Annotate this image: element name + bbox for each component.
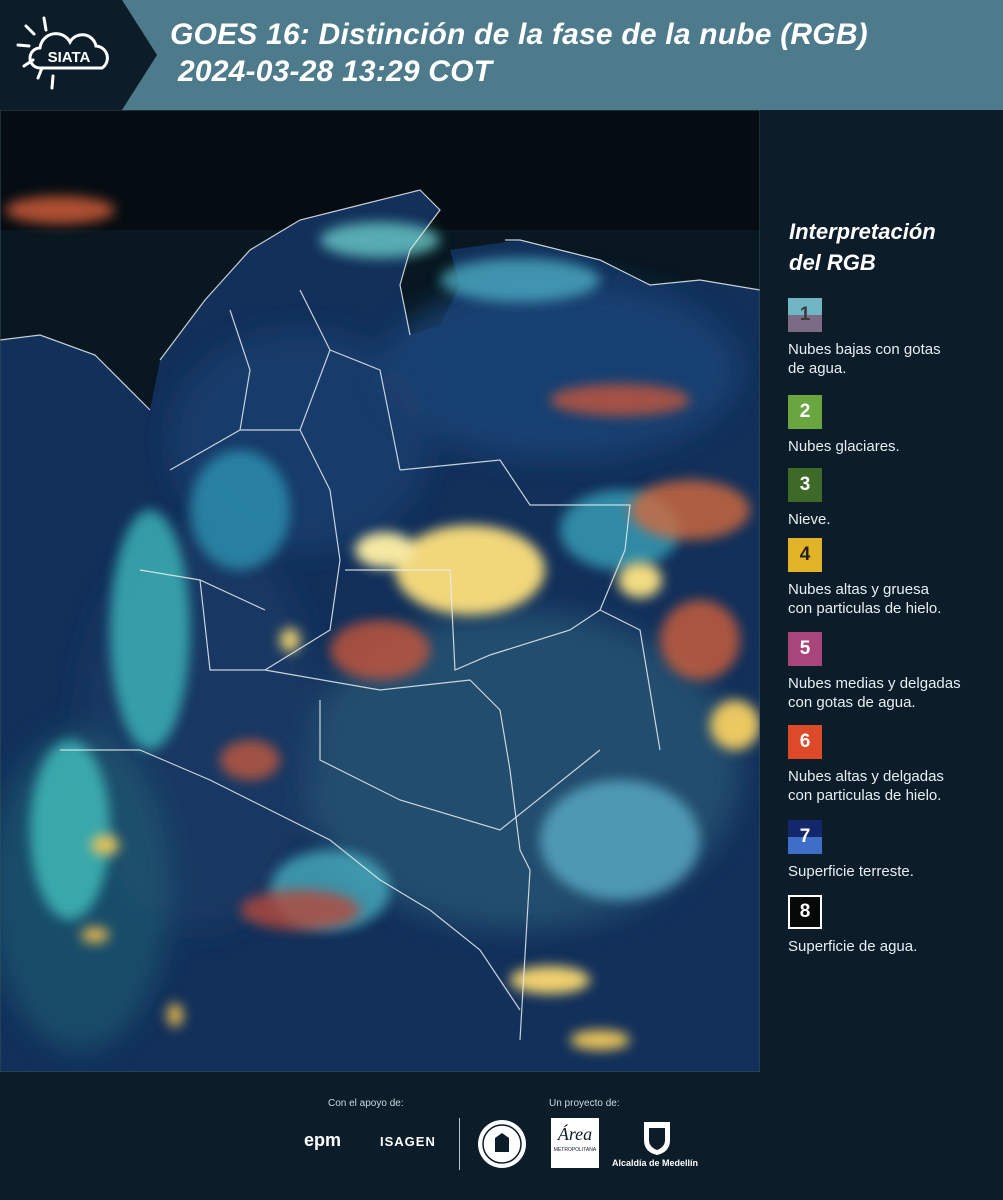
- legend-swatch-1: 1: [788, 298, 822, 332]
- area-metropolitana-text: Área: [557, 1124, 593, 1144]
- legend-swatch-4: 4: [788, 538, 822, 572]
- legend-label-1: Nubes bajas con gotas de agua.: [788, 340, 1000, 378]
- footer: Con el apoyo de: Un proyecto de: epm ISA…: [0, 1072, 1003, 1200]
- page-title: GOES 16: Distinción de la fase de la nub…: [170, 16, 868, 90]
- legend-label-line: Nubes medias y delgadas: [788, 675, 961, 692]
- alcaldia-label: Alcaldía de Medellín: [612, 1158, 699, 1168]
- legend-item-5: 5 Nubes medias y delgadas con gotas de ag…: [788, 632, 1000, 712]
- header-bar: SIATA GOES 16: Distinción de la fase de …: [0, 0, 1003, 110]
- legend-panel: Interpretación del RGB 1 Nubes bajas con…: [760, 110, 1003, 1072]
- legend-item-7: 7 Superficie terreste.: [788, 820, 1000, 881]
- area-metropolitana-subtext: METROPOLITANA: [553, 1147, 597, 1153]
- title-line-2: 2024-03-28 13:29 COT: [178, 55, 493, 88]
- epm-logo: epm: [304, 1130, 342, 1150]
- legend-swatch-number: 6: [799, 731, 811, 752]
- title-line-1: GOES 16: Distinción de la fase de la nub…: [170, 18, 868, 51]
- legend-swatch-number: 2: [799, 401, 811, 422]
- legend-item-1: 1 Nubes bajas con gotas de agua.: [788, 298, 1000, 378]
- area-metropolitana-logo: Área METROPOLITANA: [551, 1118, 599, 1168]
- support-label: Con el apoyo de:: [328, 1098, 404, 1109]
- legend-label-7: Superficie terreste.: [788, 862, 1000, 881]
- legend-swatch-2: 2: [788, 395, 822, 429]
- legend-swatch-number: 1: [799, 304, 811, 325]
- university-seal-icon: [478, 1120, 526, 1168]
- legend-label-line: Superficie terreste.: [788, 863, 914, 880]
- legend-swatch-number: 3: [799, 474, 811, 495]
- legend-label-4: Nubes altas y gruesa con particulas de hi…: [788, 580, 1000, 618]
- legend-label-line: Nubes glaciares.: [788, 438, 900, 455]
- legend-label-8: Superficie de agua.: [788, 937, 1000, 956]
- legend-swatch-6: 6: [788, 725, 822, 759]
- legend-label-line: Nubes altas y gruesa: [788, 581, 929, 598]
- siata-logo: SIATA: [0, 0, 160, 110]
- legend-label-line: Nubes bajas con gotas: [788, 341, 941, 358]
- legend-title: Interpretación del RGB: [789, 216, 989, 278]
- legend-label-line: con gotas de agua.: [788, 694, 916, 711]
- legend-swatch-5: 5: [788, 632, 822, 666]
- legend-label-line: Nieve.: [788, 511, 831, 528]
- medellin-coat-of-arms-icon: [644, 1122, 670, 1155]
- legend-title-line-2: del RGB: [789, 250, 876, 275]
- legend-label-5: Nubes medias y delgadas con gotas de agua…: [788, 674, 1000, 712]
- legend-item-6: 6 Nubes altas y delgadas con particulas d…: [788, 725, 1000, 805]
- legend-swatch-number: 7: [799, 826, 811, 847]
- legend-label-line: de agua.: [788, 360, 847, 377]
- legend-label-3: Nieve.: [788, 510, 1000, 529]
- project-label: Un proyecto de:: [549, 1098, 620, 1109]
- isagen-logo: ISAGEN: [380, 1134, 436, 1149]
- legend-label-line: Nubes altas y delgadas: [788, 768, 944, 785]
- legend-swatch-number: 8: [799, 901, 811, 922]
- legend-title-line-1: Interpretación: [789, 219, 936, 244]
- legend-label-6: Nubes altas y delgadas con particulas de …: [788, 767, 1000, 805]
- legend-swatch-7: 7: [788, 820, 822, 854]
- legend-swatch-number: 5: [799, 638, 811, 659]
- footer-divider: [459, 1118, 460, 1170]
- legend-swatch-8: 8: [788, 895, 822, 929]
- legend-label-line: con particulas de hielo.: [788, 600, 942, 617]
- legend-item-2: 2 Nubes glaciares.: [788, 395, 1000, 456]
- legend-label-line: con particulas de hielo.: [788, 787, 942, 804]
- siata-logo-text: SIATA: [48, 49, 91, 66]
- legend-label-line: Superficie de agua.: [788, 938, 918, 955]
- legend-label-2: Nubes glaciares.: [788, 437, 1000, 456]
- legend-swatch-number: 4: [799, 544, 811, 565]
- legend-item-4: 4 Nubes altas y gruesa con particulas de …: [788, 538, 1000, 618]
- legend-swatch-3: 3: [788, 468, 822, 502]
- satellite-map: [0, 110, 760, 1072]
- legend-item-3: 3 Nieve.: [788, 468, 1000, 529]
- legend-item-8: 8 Superficie de agua.: [788, 895, 1000, 956]
